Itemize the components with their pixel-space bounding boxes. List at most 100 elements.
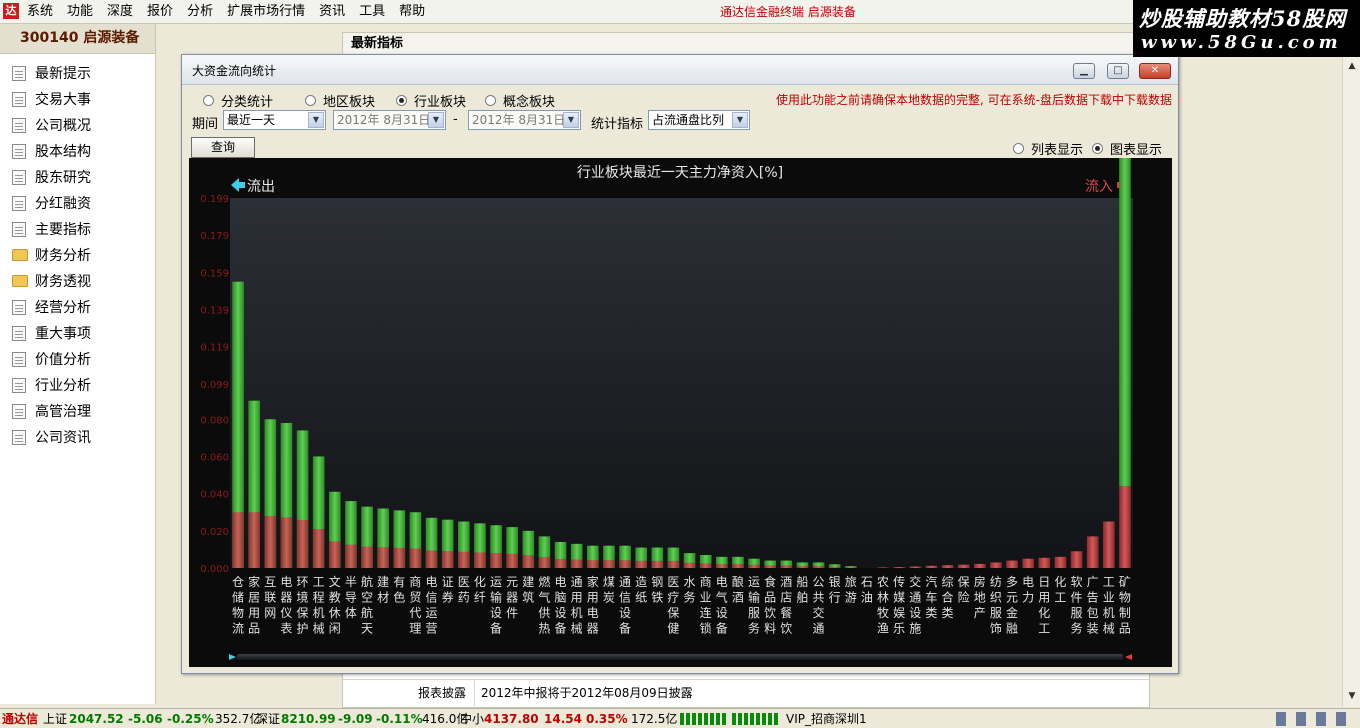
main-tab-title[interactable]: 最新指标 bbox=[343, 33, 1149, 55]
chevron-down-icon[interactable]: ▼ bbox=[308, 112, 324, 128]
category-label: 综合类 bbox=[942, 575, 954, 620]
y-tick-label: 0.080 bbox=[200, 415, 229, 426]
bar-base-17 bbox=[506, 553, 518, 568]
bar-base-7 bbox=[345, 544, 357, 568]
scroll-up-icon[interactable]: ▲ bbox=[1346, 61, 1358, 71]
query-button[interactable]: 查询 bbox=[191, 137, 255, 158]
zx-index[interactable]: 4137.80 bbox=[484, 709, 539, 728]
menu-item-8[interactable]: 帮助 bbox=[399, 0, 433, 24]
sidebar-item-6[interactable]: 主要指标 bbox=[0, 216, 155, 242]
chevron-down-icon[interactable]: ▼ bbox=[732, 112, 748, 128]
bar-base-35 bbox=[796, 566, 809, 568]
chevron-down-icon[interactable]: ▼ bbox=[428, 112, 444, 128]
vip-server[interactable]: VIP_招商深圳1 bbox=[786, 709, 867, 728]
radio-concept[interactable]: 概念板块 bbox=[485, 91, 555, 110]
sh-index[interactable]: 2047.52 bbox=[69, 709, 124, 728]
maximize-icon[interactable]: □ bbox=[1107, 63, 1129, 79]
sidebar-item-10[interactable]: 重大事项 bbox=[0, 320, 155, 346]
app-logo-icon: 达 bbox=[3, 3, 19, 19]
sidebar-item-13[interactable]: 高管治理 bbox=[0, 398, 155, 424]
stat-select[interactable]: 占流通盘比列 ▼ bbox=[648, 110, 750, 130]
document-icon bbox=[12, 221, 26, 237]
chevron-down-icon[interactable]: ▼ bbox=[563, 112, 579, 128]
bar-inflow-52 bbox=[1070, 551, 1083, 568]
zx-pct: 0.35% bbox=[586, 712, 628, 726]
category-label: 多元金融 bbox=[1006, 575, 1018, 636]
sidebar-item-label: 行业分析 bbox=[35, 378, 91, 394]
radio-label: 地区板块 bbox=[323, 95, 376, 110]
y-tick-label: 0.060 bbox=[200, 452, 229, 463]
bar-inflow-45 bbox=[957, 564, 970, 568]
bar-inflow-46 bbox=[974, 563, 986, 568]
vertical-scrollbar[interactable]: ▲ ▼ bbox=[1342, 57, 1360, 707]
category-label: 房地产 bbox=[974, 574, 986, 620]
bar-base-5 bbox=[312, 528, 325, 568]
sidebar-item-label: 经营分析 bbox=[35, 300, 91, 316]
y-tick-label: 0.099 bbox=[200, 380, 229, 391]
bar-base-4 bbox=[296, 519, 309, 568]
minimize-icon[interactable]: ▁ bbox=[1073, 63, 1095, 79]
sidebar-item-0[interactable]: 最新提示 bbox=[0, 60, 155, 86]
bar-base-8 bbox=[361, 546, 373, 568]
dialog-titlebar[interactable]: 大资金流向统计 ▁ □ ✕ bbox=[182, 55, 1178, 85]
chart-title: 行业板块最近一天主力净资入[%] bbox=[577, 165, 783, 181]
dialog-body: 分类统计 地区板块 行业板块 概念板块 使用此功能之前请确保本地数据的完整, 可… bbox=[182, 85, 1178, 673]
category-label: 钢铁 bbox=[651, 575, 663, 605]
sidebar-item-8[interactable]: 财务透视 bbox=[0, 268, 155, 294]
category-label: 汽车类 bbox=[925, 574, 937, 620]
bar-inflow-53 bbox=[1086, 536, 1099, 568]
sidebar-item-3[interactable]: 股本结构 bbox=[0, 138, 155, 164]
category-label: 酒店餐饮 bbox=[780, 575, 792, 636]
bar-base-15 bbox=[474, 552, 486, 568]
bar-outflow-55 bbox=[1119, 158, 1131, 487]
fund-flow-dialog: 大资金流向统计 ▁ □ ✕ 分类统计 地区板块 行业板块 概念板块 使用此功能之… bbox=[181, 54, 1179, 674]
radio-chart-view[interactable]: 图表显示 bbox=[1092, 139, 1162, 158]
sidebar-item-2[interactable]: 公司概况 bbox=[0, 112, 155, 138]
sidebar-item-5[interactable]: 分红融资 bbox=[0, 190, 155, 216]
sz-change: -9.09 bbox=[338, 712, 373, 726]
menu-item-4[interactable]: 分析 bbox=[187, 0, 221, 24]
radio-classify[interactable]: 分类统计 bbox=[203, 91, 273, 110]
radio-industry[interactable]: 行业板块 bbox=[396, 91, 466, 110]
outflow-label: 流出 bbox=[247, 179, 275, 195]
date-from-picker[interactable]: 2012年 8月31日 ▼ bbox=[333, 110, 446, 130]
category-label: 互联网 bbox=[264, 575, 276, 620]
menu-item-5[interactable]: 扩展市场行情 bbox=[227, 0, 313, 24]
scroll-down-icon[interactable]: ▼ bbox=[1346, 691, 1358, 701]
y-tick-label: 0.159 bbox=[200, 268, 229, 279]
sidebar-item-1[interactable]: 交易大事 bbox=[0, 86, 155, 112]
category-label: 水务 bbox=[684, 575, 696, 605]
date-to-picker[interactable]: 2012年 8月31日 ▼ bbox=[468, 110, 581, 130]
sz-index[interactable]: 8210.99 bbox=[281, 709, 336, 728]
sidebar-item-11[interactable]: 价值分析 bbox=[0, 346, 155, 372]
bar-base-26 bbox=[651, 560, 664, 568]
period-select[interactable]: 最近一天 ▼ bbox=[223, 110, 326, 130]
menu-item-0[interactable]: 系统 bbox=[27, 0, 61, 24]
close-icon[interactable]: ✕ bbox=[1139, 63, 1171, 79]
category-label: 公共交通 bbox=[813, 575, 825, 636]
menu-item-6[interactable]: 资讯 bbox=[319, 0, 353, 24]
sidebar-item-14[interactable]: 公司资讯 bbox=[0, 424, 155, 450]
market-breadth-bars-icon bbox=[732, 713, 780, 725]
sidebar-item-4[interactable]: 股东研究 bbox=[0, 164, 155, 190]
menu-items: 系统 功能 深度 报价 分析 扩展市场行情 资讯 工具 帮助 bbox=[27, 0, 439, 24]
radio-region[interactable]: 地区板块 bbox=[305, 91, 375, 110]
radio-label: 分类统计 bbox=[221, 95, 274, 110]
sidebar-item-label: 主要指标 bbox=[35, 222, 91, 238]
sidebar-item-12[interactable]: 行业分析 bbox=[0, 372, 155, 398]
bar-inflow-43 bbox=[925, 565, 938, 568]
sidebar-item-9[interactable]: 经营分析 bbox=[0, 294, 155, 320]
bar-inflow-50 bbox=[1038, 557, 1051, 568]
menu-item-3[interactable]: 报价 bbox=[147, 0, 181, 24]
menu-item-2[interactable]: 深度 bbox=[107, 0, 141, 24]
document-icon bbox=[12, 299, 26, 315]
radio-list-view[interactable]: 列表显示 bbox=[1013, 139, 1083, 158]
sidebar-item-7[interactable]: 财务分析 bbox=[0, 242, 155, 268]
category-label: 农林牧渔 bbox=[877, 575, 889, 636]
bar-inflow-51 bbox=[1054, 556, 1067, 568]
bar-base-16 bbox=[490, 553, 502, 568]
menu-item-7[interactable]: 工具 bbox=[359, 0, 393, 24]
category-label: 证券 bbox=[442, 575, 454, 605]
menu-item-1[interactable]: 功能 bbox=[67, 0, 101, 24]
category-label: 电气设备 bbox=[716, 575, 728, 636]
